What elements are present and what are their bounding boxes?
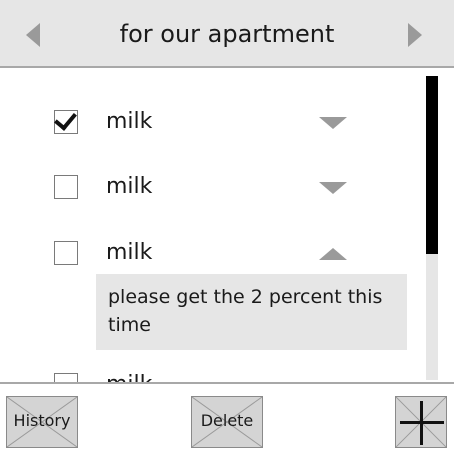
expand-toggle[interactable]: [318, 113, 348, 133]
header-bar: for our apartment: [0, 0, 454, 68]
chevron-up-icon: [319, 248, 347, 260]
item-label: milk: [106, 109, 153, 134]
list-item: milk: [0, 369, 424, 382]
plus-icon-bar: [400, 421, 444, 424]
prev-list-button[interactable]: [14, 12, 54, 56]
delete-button-label: Delete: [200, 411, 254, 430]
item-note: please get the 2 percent this time: [96, 274, 407, 350]
list-item: milk: [0, 173, 424, 225]
add-item-button[interactable]: [395, 396, 447, 448]
item-checkbox[interactable]: [54, 175, 78, 199]
next-list-button[interactable]: [396, 12, 436, 56]
list-title: for our apartment: [119, 20, 335, 48]
history-button-label: History: [13, 411, 71, 430]
item-label: milk: [106, 174, 153, 199]
collapse-toggle[interactable]: [318, 244, 348, 264]
item-checkbox[interactable]: [54, 241, 78, 265]
item-label: milk: [106, 371, 152, 382]
item-label: milk: [106, 240, 153, 265]
expand-toggle[interactable]: [318, 178, 348, 198]
scrollbar[interactable]: [426, 76, 438, 380]
scrollbar-thumb[interactable]: [426, 76, 438, 254]
chevron-down-icon: [319, 182, 347, 194]
app-window: for our apartment milk milk milk please …: [0, 0, 454, 454]
chevron-down-icon: [319, 117, 347, 129]
checkmark-icon: [54, 107, 77, 131]
history-button[interactable]: History: [6, 396, 78, 448]
footer-toolbar: History Delete: [0, 382, 454, 454]
item-checkbox-checked[interactable]: [54, 107, 78, 134]
chevron-right-icon: [408, 23, 422, 47]
chevron-left-icon: [26, 23, 40, 47]
list-item: milk: [0, 107, 424, 160]
item-checkbox[interactable]: [54, 373, 78, 382]
delete-button[interactable]: Delete: [191, 396, 263, 448]
shopping-list: milk milk milk please get the 2 percent …: [0, 68, 424, 382]
